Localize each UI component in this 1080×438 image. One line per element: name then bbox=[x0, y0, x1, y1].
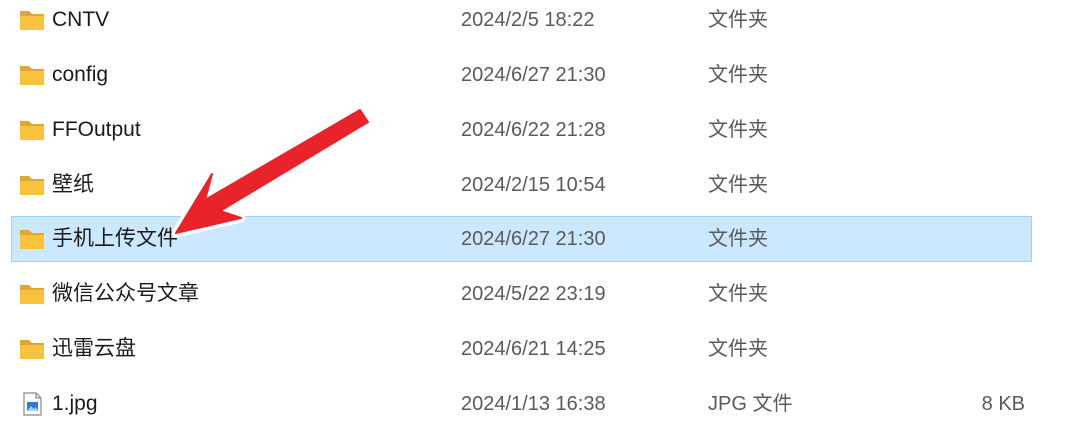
file-type: 文件夹 bbox=[708, 338, 768, 360]
folder-icon bbox=[20, 285, 44, 304]
file-date-modified: 2024/2/5 18:22 bbox=[461, 9, 595, 31]
image-file-icon bbox=[23, 392, 42, 416]
file-row[interactable]: CNTV 2024/2/5 18:22 文件夹 bbox=[11, 0, 1032, 43]
file-row[interactable]: 迅雷云盘 2024/6/21 14:25 文件夹 bbox=[11, 326, 1032, 372]
file-type: JPG 文件 bbox=[708, 393, 793, 415]
file-row[interactable]: FFOutput 2024/6/22 21:28 文件夹 bbox=[11, 107, 1032, 153]
file-type: 文件夹 bbox=[708, 283, 768, 305]
file-date-modified: 2024/6/27 21:30 bbox=[461, 64, 606, 86]
file-name: CNTV bbox=[52, 8, 110, 31]
file-date-modified: 2024/2/15 10:54 bbox=[461, 174, 606, 196]
file-row[interactable]: 微信公众号文章 2024/5/22 23:19 文件夹 bbox=[11, 271, 1032, 317]
file-name: 1.jpg bbox=[52, 392, 98, 415]
folder-icon bbox=[20, 230, 44, 249]
file-row[interactable]: 1.jpg 2024/1/13 16:38 JPG 文件 8 KB bbox=[11, 381, 1032, 427]
file-date-modified: 2024/1/13 16:38 bbox=[461, 393, 606, 415]
file-name: 壁纸 bbox=[52, 173, 94, 196]
file-type: 文件夹 bbox=[708, 9, 768, 31]
file-list: CNTV 2024/2/5 18:22 文件夹 config 2024/6/27… bbox=[0, 0, 1080, 438]
file-name: 微信公众号文章 bbox=[52, 282, 199, 305]
folder-icon bbox=[20, 121, 44, 140]
folder-icon bbox=[20, 340, 44, 359]
file-type: 文件夹 bbox=[708, 119, 768, 141]
file-row-selected[interactable]: 手机上传文件 2024/6/27 21:30 文件夹 bbox=[11, 216, 1032, 262]
file-date-modified: 2024/6/21 14:25 bbox=[461, 338, 606, 360]
folder-icon bbox=[20, 176, 44, 195]
file-date-modified: 2024/6/22 21:28 bbox=[461, 119, 606, 141]
file-name: 迅雷云盘 bbox=[52, 337, 136, 360]
file-date-modified: 2024/5/22 23:19 bbox=[461, 283, 606, 305]
file-name: 手机上传文件 bbox=[52, 227, 178, 250]
file-date-modified: 2024/6/27 21:30 bbox=[461, 228, 606, 250]
folder-icon bbox=[20, 66, 44, 85]
file-size: 8 KB bbox=[981, 393, 1025, 415]
file-type: 文件夹 bbox=[708, 174, 768, 196]
file-row[interactable]: config 2024/6/27 21:30 文件夹 bbox=[11, 52, 1032, 98]
file-type: 文件夹 bbox=[708, 228, 768, 250]
file-name: FFOutput bbox=[52, 118, 141, 141]
file-row[interactable]: 壁纸 2024/2/15 10:54 文件夹 bbox=[11, 162, 1032, 208]
file-name: config bbox=[52, 63, 109, 86]
folder-icon bbox=[20, 11, 44, 30]
file-type: 文件夹 bbox=[708, 64, 768, 86]
